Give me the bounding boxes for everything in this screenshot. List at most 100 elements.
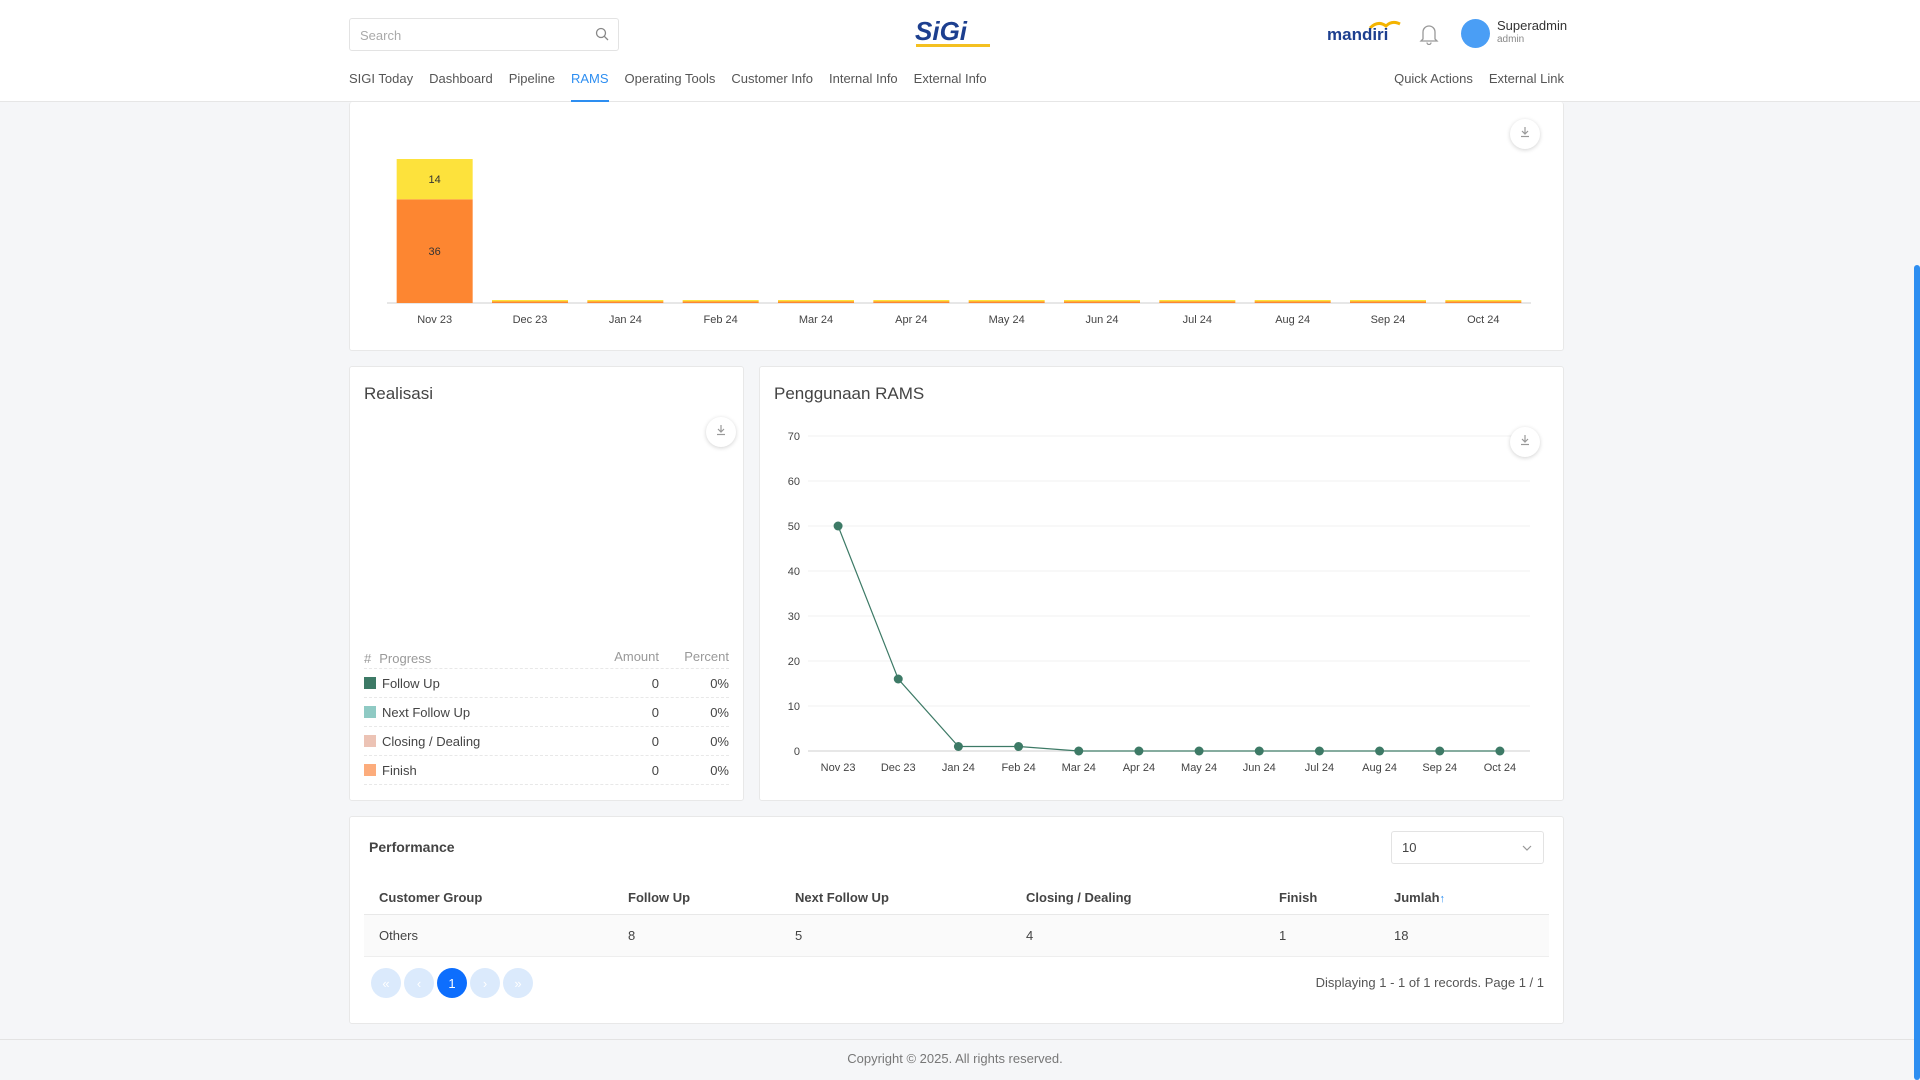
data-point-feb-24 xyxy=(1014,742,1024,751)
progress-label: Finish xyxy=(382,762,417,778)
search-input[interactable] xyxy=(360,26,580,44)
col-follow-up[interactable]: Follow Up xyxy=(613,890,780,905)
x-tick-label: Nov 23 xyxy=(821,762,856,774)
tab-customer-info[interactable]: Customer Info xyxy=(731,70,813,102)
top-header: SiGi mandiri Superadmin admin SIGI Today… xyxy=(0,0,1920,102)
pagination: « ‹ 1 › » xyxy=(371,968,536,998)
x-tick-label: Mar 24 xyxy=(1062,762,1096,774)
page-1-button[interactable]: 1 xyxy=(437,968,467,998)
data-point-aug-24 xyxy=(1375,746,1385,756)
bar-sep-24-series-1 xyxy=(1350,300,1426,302)
x-tick-label: Oct 24 xyxy=(1484,762,1516,774)
cell-jumlah: 18 xyxy=(1394,928,1409,943)
x-tick-label: Apr 24 xyxy=(1123,762,1155,774)
col-closing-dealing[interactable]: Closing / Dealing xyxy=(1011,890,1264,905)
cell-follow-up: 8 xyxy=(628,928,636,943)
bar-dec-23-series-1 xyxy=(492,300,568,302)
table-row[interactable]: Others 8 5 4 1 18 xyxy=(364,915,1549,957)
download-icon xyxy=(1519,125,1531,143)
progress-amount: 0 xyxy=(651,704,659,720)
col-finish[interactable]: Finish xyxy=(1264,890,1379,905)
bar-jun-24-series-0 xyxy=(1064,301,1140,303)
progress-row-follow-up: Follow Up 0 0% xyxy=(364,669,729,698)
bar-may-24-series-0 xyxy=(968,301,1045,303)
download-icon xyxy=(1519,433,1531,451)
progress-row-finish: Finish 0 0% xyxy=(364,756,729,785)
x-tick-label: Jul 24 xyxy=(1183,314,1212,326)
x-tick-label: Sep 24 xyxy=(1422,762,1457,774)
page-scrollbar[interactable] xyxy=(1914,265,1920,1080)
progress-amount: 0 xyxy=(651,733,659,749)
x-tick-label: Jun 24 xyxy=(1243,762,1276,774)
data-point-nov-23 xyxy=(833,521,843,531)
bar-dec-23-series-0 xyxy=(492,301,568,303)
page-size-select[interactable]: 10 xyxy=(1391,831,1544,864)
secondary-nav: Quick Actions External Link xyxy=(1378,70,1564,87)
download-realisasi-button[interactable] xyxy=(706,417,736,447)
tab-sigi-today[interactable]: SIGI Today xyxy=(349,70,413,102)
x-tick-label: Feb 24 xyxy=(704,314,738,326)
data-point-apr-24 xyxy=(1134,746,1144,756)
search-icon[interactable] xyxy=(595,27,609,46)
legend-swatch xyxy=(364,764,376,776)
data-point-sep-24 xyxy=(1435,746,1445,756)
x-tick-label: Jan 24 xyxy=(942,762,975,774)
sigi-logo-text: SiGi xyxy=(915,16,968,46)
cell-closing-dealing: 4 xyxy=(1026,928,1034,943)
tab-pipeline[interactable]: Pipeline xyxy=(509,70,555,102)
sigi-logo[interactable]: SiGi xyxy=(914,16,994,55)
tab-external-info[interactable]: External Info xyxy=(914,70,987,102)
prev-page-button[interactable]: ‹ xyxy=(404,968,434,998)
x-tick-label: Jan 24 xyxy=(609,314,642,326)
x-tick-label: Mar 24 xyxy=(799,314,833,326)
bar-mar-24-series-0 xyxy=(778,301,854,303)
tab-dashboard[interactable]: Dashboard xyxy=(429,70,493,102)
next-page-button[interactable]: › xyxy=(470,968,500,998)
tab-internal-info[interactable]: Internal Info xyxy=(829,70,898,102)
download-icon xyxy=(715,423,727,441)
chevron-left-icon: ‹ xyxy=(416,975,422,991)
y-tick-label: 20 xyxy=(788,656,800,668)
bell-icon[interactable] xyxy=(1419,23,1439,50)
bar-data-label: 14 xyxy=(429,174,441,186)
data-point-may-24 xyxy=(1194,746,1204,756)
cell-next-follow-up: 5 xyxy=(795,928,803,943)
x-tick-label: Aug 24 xyxy=(1362,762,1397,774)
user-name[interactable]: Superadmin xyxy=(1497,18,1567,33)
col-jumlah[interactable]: Jumlah↑ xyxy=(1379,890,1549,905)
cell-finish: 1 xyxy=(1279,928,1287,943)
double-chevron-right-icon: » xyxy=(514,975,522,991)
legend-swatch xyxy=(364,677,376,689)
avatar[interactable] xyxy=(1461,19,1490,48)
realisasi-title: Realisasi xyxy=(364,384,433,403)
sort-arrow-up-icon[interactable]: ↑ xyxy=(1440,893,1446,905)
y-tick-label: 50 xyxy=(788,521,800,533)
x-tick-label: Dec 23 xyxy=(513,314,548,326)
tab-rams[interactable]: RAMS xyxy=(570,70,609,102)
progress-amount: 0 xyxy=(651,762,659,778)
y-tick-label: 60 xyxy=(788,476,800,488)
cell-customer-group: Others xyxy=(379,928,419,943)
last-page-button[interactable]: » xyxy=(503,968,533,998)
col-next-follow-up[interactable]: Next Follow Up xyxy=(780,890,1011,905)
bar-oct-24-series-0 xyxy=(1445,301,1522,303)
first-page-button[interactable]: « xyxy=(371,968,401,998)
main-nav: SIGI Today Dashboard Pipeline RAMS Opera… xyxy=(349,70,1003,102)
amount-header: Amount xyxy=(614,649,659,664)
x-tick-label: Nov 23 xyxy=(417,314,452,326)
external-link[interactable]: External Link xyxy=(1489,70,1564,87)
search-box[interactable] xyxy=(349,18,619,51)
download-bar-chart-button[interactable] xyxy=(1510,119,1540,149)
x-tick-label: Jul 24 xyxy=(1305,762,1334,774)
performance-table-header: Customer Group Follow Up Next Follow Up … xyxy=(364,880,1549,915)
download-line-chart-button[interactable] xyxy=(1510,427,1540,457)
percent-header: Percent xyxy=(684,649,729,664)
bar-apr-24-series-0 xyxy=(873,301,950,303)
double-chevron-left-icon: « xyxy=(382,975,390,991)
bar-data-label: 36 xyxy=(429,246,441,258)
bar-jun-24-series-1 xyxy=(1064,300,1140,302)
col-customer-group[interactable]: Customer Group xyxy=(364,890,613,905)
quick-actions-link[interactable]: Quick Actions xyxy=(1394,70,1473,87)
line-chart: 0 10 20 30 40 50 60 70 Nov 23 Dec 23 Jan 24 Feb 24 M… xyxy=(788,431,1530,774)
tab-operating-tools[interactable]: Operating Tools xyxy=(625,70,716,102)
